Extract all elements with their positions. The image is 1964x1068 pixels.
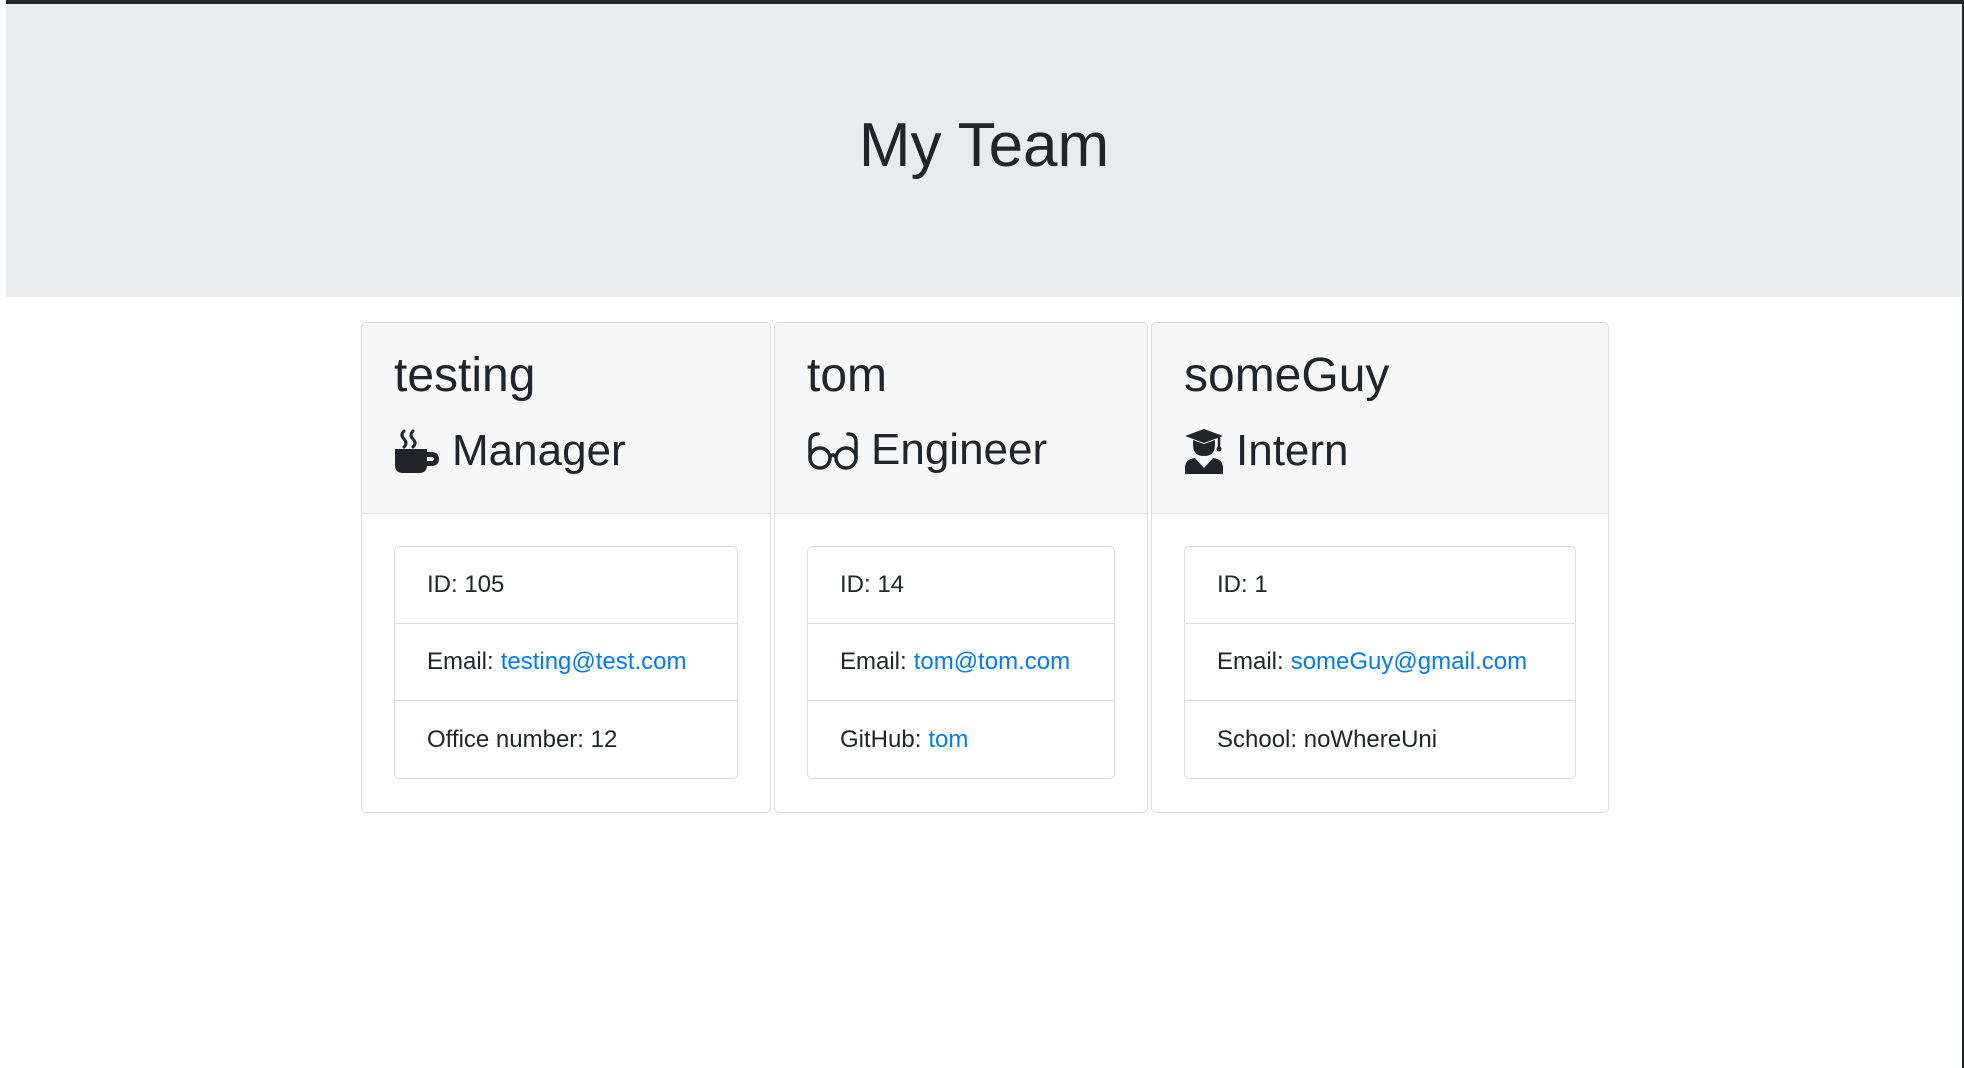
employee-name: testing xyxy=(394,349,536,402)
coffee-mug-icon xyxy=(394,428,440,474)
email-link[interactable]: someGuy@gmail.com xyxy=(1291,648,1527,676)
role-label: Engineer xyxy=(871,425,1048,474)
employee-card-engineer: tom Engineer ID: 14 Email: tom@tom.com G… xyxy=(774,322,1148,813)
card-body: ID: 1 Email: someGuy@gmail.com School: n… xyxy=(1152,514,1608,811)
id-item: ID: 105 xyxy=(395,547,737,624)
info-list: ID: 1 Email: someGuy@gmail.com School: n… xyxy=(1184,546,1576,779)
info-list: ID: 105 Email: testing@test.com Office n… xyxy=(394,546,738,779)
info-list: ID: 14 Email: tom@tom.com GitHub: tom xyxy=(807,546,1115,779)
card-body: ID: 105 Email: testing@test.com Office n… xyxy=(362,514,770,811)
email-item: Email: testing@test.com xyxy=(395,624,737,701)
id-item: ID: 14 xyxy=(808,547,1114,624)
card-header: someGuy Intern xyxy=(1152,323,1608,514)
email-label: Email: xyxy=(840,648,907,675)
card-body: ID: 14 Email: tom@tom.com GitHub: tom xyxy=(775,514,1147,811)
email-label: Email: xyxy=(1217,648,1284,675)
employee-role: Intern xyxy=(1184,428,1576,474)
email-link[interactable]: testing@test.com xyxy=(501,648,687,676)
employee-name: tom xyxy=(807,349,888,402)
employee-name: someGuy xyxy=(1184,349,1390,402)
employee-card-manager: testing Manager ID: 105 Email: testing@t… xyxy=(361,322,771,813)
email-label: Email: xyxy=(427,648,494,675)
graduate-icon xyxy=(1184,428,1224,474)
page: My Team testing Manager ID: 105 Email: t… xyxy=(0,0,1964,1068)
github-link[interactable]: tom xyxy=(928,726,968,754)
card-header: tom Engineer xyxy=(775,323,1147,514)
github-item: GitHub: tom xyxy=(808,701,1114,778)
team-cards: testing Manager ID: 105 Email: testing@t… xyxy=(361,322,1609,813)
role-label: Intern xyxy=(1236,426,1349,475)
email-link[interactable]: tom@tom.com xyxy=(914,648,1070,676)
employee-role: Manager xyxy=(394,428,738,474)
glasses-icon xyxy=(807,430,859,470)
page-title: My Team xyxy=(858,110,1110,180)
card-header: testing Manager xyxy=(362,323,770,514)
office-number-item: Office number: 12 xyxy=(427,725,618,753)
email-item: Email: tom@tom.com xyxy=(808,624,1114,701)
school-item: School: noWhereUni xyxy=(1217,725,1438,753)
github-label: GitHub: xyxy=(840,725,922,753)
role-label: Manager xyxy=(452,426,626,475)
jumbotron-header: My Team xyxy=(6,4,1962,297)
employee-role: Engineer xyxy=(807,428,1115,472)
email-item: Email: someGuy@gmail.com xyxy=(1185,624,1575,701)
employee-card-intern: someGuy Intern ID: 1 Email: someGuy@gmai… xyxy=(1151,322,1609,813)
id-item: ID: 1 xyxy=(1185,547,1575,624)
